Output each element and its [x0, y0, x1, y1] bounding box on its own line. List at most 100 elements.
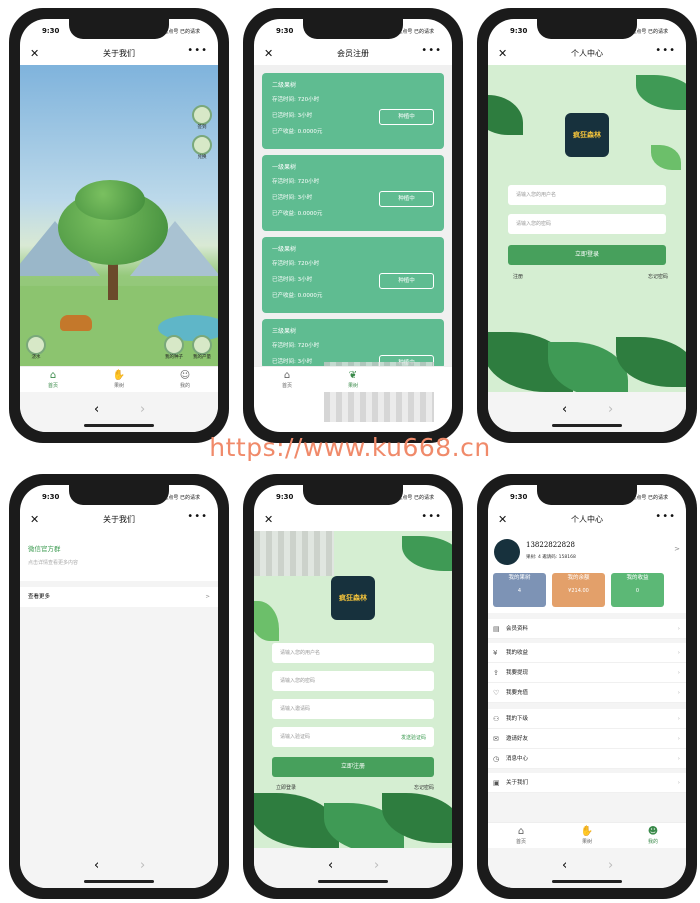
more-icon[interactable]: ••• [187, 511, 208, 522]
cash-icon: ⇪ [493, 669, 499, 677]
stat-trees[interactable]: 我的果树 4 [493, 573, 546, 607]
status-indicators: 已点号 已的请求 [163, 495, 200, 501]
more-icon[interactable]: ••• [421, 511, 442, 522]
water-button[interactable]: 浇水 [26, 335, 46, 360]
tree-card: 一级果树 存活时间: 720小时 已活时间: 3小时 已产收益: 0.0000元… [262, 155, 444, 231]
menu-member-profile[interactable]: ▤ 会员资料 › [488, 619, 686, 639]
notch [69, 485, 169, 505]
screen: 9:30 已点号 已的请求 ✕ 关于我们 ••• 微信官方群 点击详情查看更多内… [20, 485, 218, 888]
forward-icon[interactable]: › [140, 402, 145, 417]
screen: 9:30 已点号 已的请求 ✕ 个人中心 ••• 13822822828 果树:… [488, 485, 686, 888]
back-icon[interactable]: ‹ [328, 858, 333, 873]
status-time: 9:30 [510, 27, 528, 35]
back-icon[interactable]: ‹ [562, 858, 567, 873]
hand-icon: ✋ [112, 370, 126, 381]
back-icon[interactable]: ‹ [94, 402, 99, 417]
chevron-right-icon: › [677, 736, 680, 742]
profile-content: 13822822828 果树: 4 邀请码: 158168 > 我的果树 4 我的… [488, 531, 686, 848]
nav-bar: ✕ ••• [254, 509, 452, 531]
back-icon[interactable]: ‹ [94, 858, 99, 873]
notch [537, 485, 637, 505]
back-icon[interactable]: ‹ [562, 402, 567, 417]
more-icon[interactable]: ••• [655, 45, 676, 56]
planting-button[interactable]: 种植中 [379, 191, 434, 207]
menu-subordinates[interactable]: ⚇ 我的下级 › [488, 709, 686, 729]
login-link[interactable]: 立即登录 [276, 784, 296, 791]
screen: 9:30 已点号 已的请求 ✕ ••• 疯狂森林 请输入您的用户名 请输入您的密… [254, 485, 452, 888]
tab-trees[interactable]: ✋ 果树 [554, 823, 620, 848]
about-content: 微信官方群 点击详情查看更多内容 查看更多 > [20, 531, 218, 848]
login-background: 疯狂森林 请输入您的用户名 请输入您的密码 立即登录 注册 忘记密码 [488, 65, 686, 392]
tab-trees[interactable]: ❦ 果树 [320, 367, 386, 392]
more-icon[interactable]: ••• [655, 511, 676, 522]
wechat-group-card[interactable]: 微信官方群 点击详情查看更多内容 [20, 531, 218, 581]
menu-recharge[interactable]: ♡ 我要充值 › [488, 683, 686, 703]
home-indicator [552, 424, 622, 427]
nav-bar: ✕ 关于我们 ••• [20, 43, 218, 65]
forward-icon[interactable]: › [608, 402, 613, 417]
chevron-right-icon: › [677, 650, 680, 656]
phone-number: 13822822828 [526, 541, 575, 549]
tab-home[interactable]: ⌂ 首页 [488, 823, 554, 848]
password-input[interactable]: 请输入您的密码 [272, 671, 434, 691]
menu-about[interactable]: ▣ 关于我们 › [488, 773, 686, 793]
exchange-button[interactable]: 兑换 [192, 135, 212, 160]
more-icon[interactable]: ••• [187, 45, 208, 56]
app-logo: 疯狂森林 [331, 576, 375, 620]
tab-mine[interactable] [386, 367, 452, 392]
close-icon[interactable]: ✕ [264, 513, 273, 526]
register-link[interactable]: 注册 [513, 273, 523, 280]
home-indicator [84, 880, 154, 883]
chevron-right-icon: › [677, 626, 680, 632]
tab-home[interactable]: ⌂ 首页 [20, 367, 86, 392]
tree-card: 一级果树 存活时间: 720小时 已活时间: 3小时 已产收益: 0.0000元… [262, 237, 444, 313]
username-input[interactable]: 请输入您的用户名 [508, 185, 666, 205]
forward-icon[interactable]: › [140, 858, 145, 873]
password-input[interactable]: 请输入您的密码 [508, 214, 666, 234]
chevron-right-icon: › [677, 756, 680, 762]
notch [303, 19, 403, 39]
tab-trees[interactable]: ✋ 果树 [86, 367, 152, 392]
avatar[interactable] [494, 539, 520, 565]
home-icon: ⌂ [517, 826, 525, 837]
view-more-row[interactable]: 查看更多 > [20, 587, 218, 607]
status-indicators: 已点号 已的请求 [397, 29, 434, 35]
section-title: 微信官方群 [28, 545, 61, 553]
chevron-right-icon[interactable]: > [674, 545, 680, 553]
invite-code-input[interactable]: 请输入邀请码 [272, 699, 434, 719]
register-background: 疯狂森林 请输入您的用户名 请输入您的密码 请输入邀请码 请输入验证码 发送验证… [254, 531, 452, 848]
menu-withdraw[interactable]: ⇪ 我要提现 › [488, 663, 686, 683]
stat-balance[interactable]: 我的余额 ¥214.00 [552, 573, 605, 607]
leaf-icon: ❦ [348, 370, 358, 381]
my-seeds-button[interactable]: 我的种子 [164, 335, 184, 360]
menu-messages[interactable]: ◷ 消息中心 › [488, 749, 686, 769]
menu-invite[interactable]: ✉ 邀请好友 › [488, 729, 686, 749]
sign-in-button[interactable]: 签到 [192, 105, 212, 130]
forgot-password-link[interactable]: 忘记密码 [414, 784, 434, 791]
more-icon[interactable]: ••• [421, 45, 442, 56]
tab-home[interactable]: ⌂ 首页 [254, 367, 320, 392]
browser-nav: ‹ › [20, 848, 218, 888]
login-button[interactable]: 立即登录 [508, 245, 666, 265]
planting-button[interactable]: 种植中 [379, 273, 434, 289]
forward-icon[interactable]: › [608, 858, 613, 873]
tab-mine[interactable]: ☻ 我的 [620, 823, 686, 848]
forgot-password-link[interactable]: 忘记密码 [648, 273, 668, 280]
stat-earnings[interactable]: 我的收益 0 [611, 573, 664, 607]
tab-bar: ⌂ 首页 ✋ 果树 ☺ 我的 [20, 366, 218, 392]
browser-nav [254, 392, 452, 432]
register-button[interactable]: 立即注册 [272, 757, 434, 777]
tab-mine[interactable]: ☺ 我的 [152, 367, 218, 392]
phone-login: 9:30 已点号 已的请求 ✕ 个人中心 ••• 疯狂森林 请输入您的用户名 请… [477, 8, 697, 443]
status-time: 9:30 [42, 27, 60, 35]
menu-earnings[interactable]: ¥ 我的收益 › [488, 643, 686, 663]
status-time: 9:30 [276, 493, 294, 501]
nav-bar: ✕ 会员注册 ••• [254, 43, 452, 65]
forward-icon[interactable]: › [374, 858, 379, 873]
planting-button[interactable]: 种植中 [379, 109, 434, 125]
lion [60, 315, 92, 331]
my-output-button[interactable]: 我的产量 [192, 335, 212, 360]
send-code-button[interactable]: 发送验证码 [401, 734, 426, 741]
username-input[interactable]: 请输入您的用户名 [272, 643, 434, 663]
home-icon: ⌂ [283, 370, 291, 381]
